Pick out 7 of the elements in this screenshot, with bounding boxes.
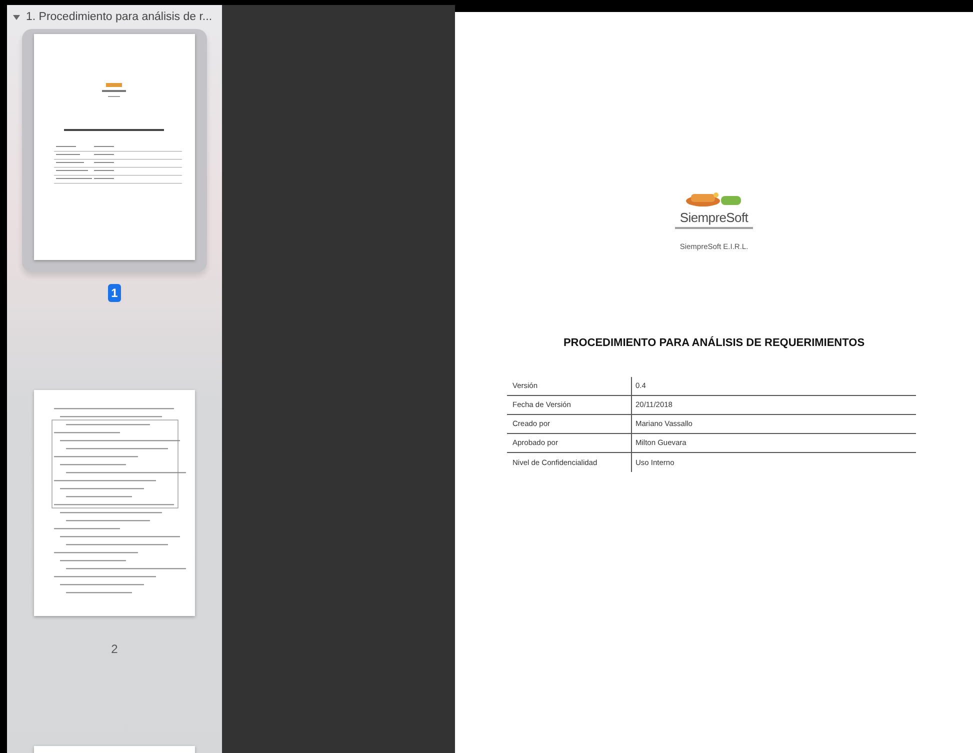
page-number[interactable]: 1 xyxy=(108,284,121,302)
logo-icon xyxy=(685,190,743,207)
document-title: PROCEDIMIENTO PARA ANÁLISIS DE REQUERIMIENTOS xyxy=(563,335,865,352)
outline-title[interactable]: 1. Procedimiento para análisis de r... xyxy=(26,9,212,26)
company-name: SiempreSoft xyxy=(680,211,748,224)
caret-icon[interactable] xyxy=(13,14,20,22)
page-number[interactable]: 2 xyxy=(108,640,121,658)
